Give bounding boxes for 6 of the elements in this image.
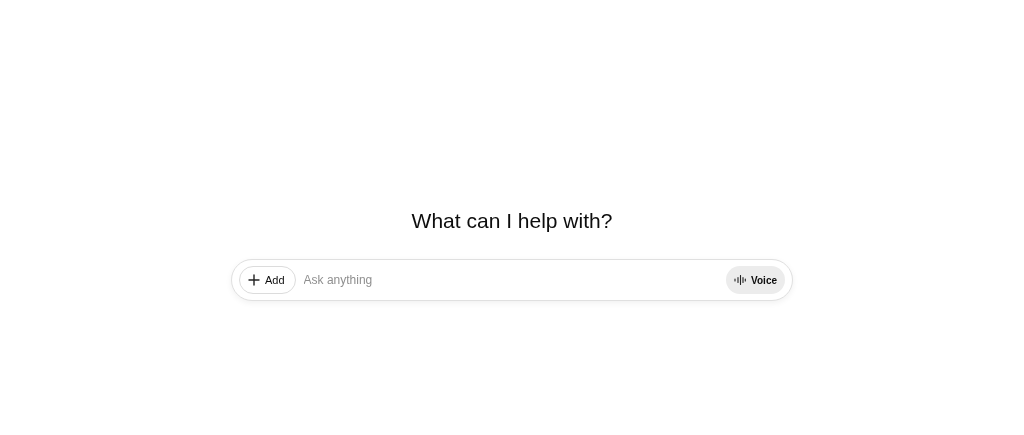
message-input[interactable]: Ask anything — [303, 271, 727, 289]
plus-icon — [248, 274, 260, 286]
voice-button[interactable]: Voice — [726, 266, 785, 294]
heading: What can I help with? — [411, 208, 613, 234]
message-composer[interactable]: Add Ask anything Voice — [231, 259, 793, 301]
waveform-icon — [734, 275, 747, 285]
